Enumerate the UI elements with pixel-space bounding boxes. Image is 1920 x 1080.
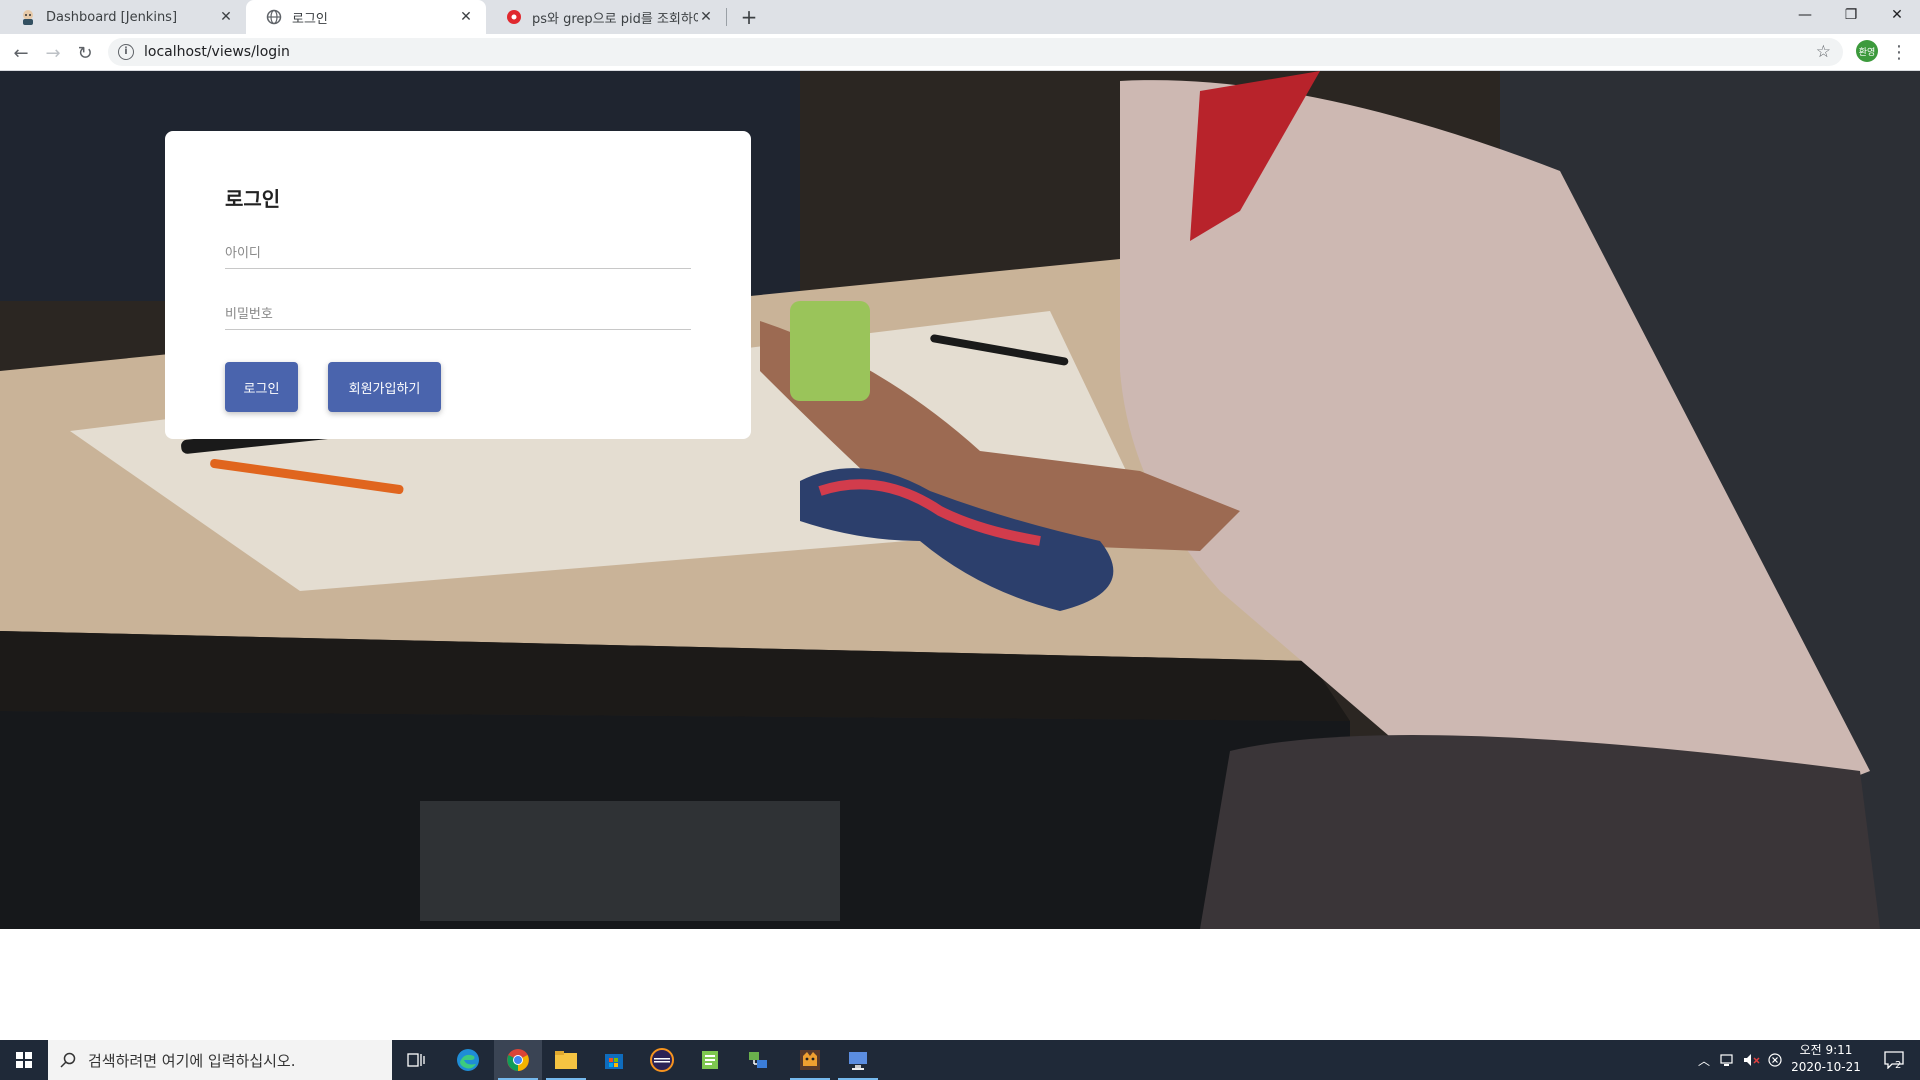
tab-ps-grep[interactable]: ps와 grep으로 pid를 조회하여 ✕ (486, 0, 726, 34)
taskbar-search-box[interactable]: 검색하려면 여기에 입력하십시오. (48, 1040, 392, 1080)
profile-avatar[interactable]: 환영 (1856, 40, 1878, 62)
bookmark-star-icon[interactable]: ☆ (1816, 42, 1831, 62)
remote-desktop-icon[interactable] (834, 1040, 882, 1080)
close-tab-icon[interactable]: ✕ (458, 9, 474, 25)
tomcat-icon[interactable] (786, 1040, 834, 1080)
notification-count-badge: 2 (1895, 1060, 1902, 1071)
chrome-icon[interactable] (494, 1040, 542, 1080)
login-title: 로그인 (225, 187, 281, 211)
login-button[interactable]: 로그인 (225, 362, 298, 412)
search-icon (60, 1052, 76, 1068)
password-input[interactable] (225, 299, 691, 330)
show-hidden-icons-chevron-icon[interactable]: ︿ (1695, 1040, 1713, 1080)
login-button-row: 로그인 회원가입하기 (225, 362, 691, 412)
tab-login[interactable]: 로그인 ✕ (246, 0, 486, 34)
tab-divider (726, 8, 727, 26)
clock-time: 오전 9:11 (1799, 1043, 1853, 1057)
task-view-icon[interactable] (392, 1040, 440, 1080)
address-url[interactable]: localhost/views/login (144, 44, 290, 60)
username-input[interactable] (225, 238, 691, 269)
restore-button[interactable]: ❐ (1828, 0, 1874, 30)
notification-center-icon[interactable]: 2 (1874, 1040, 1914, 1080)
web-page: 로그인 로그인 회원가입하기 (0, 71, 1920, 1040)
network-icon[interactable] (1717, 1040, 1739, 1080)
store-icon[interactable] (590, 1040, 638, 1080)
login-card: 로그인 로그인 회원가입하기 (165, 131, 751, 439)
menu-dots-icon[interactable]: ⋮ (1890, 40, 1908, 64)
jenkins-icon (20, 9, 36, 25)
new-tab-button[interactable]: + (736, 4, 762, 30)
clock-date: 2020-10-21 (1791, 1060, 1861, 1074)
info-icon[interactable]: i (118, 44, 134, 60)
network-tool-icon[interactable] (734, 1040, 782, 1080)
status-error-icon[interactable] (1765, 1040, 1785, 1080)
minimize-button[interactable]: — (1782, 0, 1828, 30)
windows-logo-icon (16, 1052, 32, 1068)
back-arrow-icon[interactable]: ← (8, 40, 34, 66)
forward-arrow-icon[interactable]: → (40, 40, 66, 66)
edge-browser-icon[interactable] (444, 1040, 492, 1080)
volume-muted-icon[interactable] (1741, 1040, 1763, 1080)
browser-tab-strip: Dashboard [Jenkins] ✕ 로그인 ✕ ps와 grep으로 p… (0, 0, 1920, 34)
close-tab-icon[interactable]: ✕ (698, 9, 714, 25)
close-window-button[interactable]: ✕ (1874, 0, 1920, 30)
browser-toolbar: ← → ↻ i localhost/views/login ☆ 환영 ⋮ (0, 34, 1920, 71)
close-tab-icon[interactable]: ✕ (218, 9, 234, 25)
taskbar-search-placeholder: 검색하려면 여기에 입력하십시오. (88, 1051, 296, 1070)
red-site-icon (506, 9, 522, 25)
reload-icon[interactable]: ↻ (72, 40, 98, 66)
windows-start-button[interactable] (0, 1040, 48, 1080)
address-bar[interactable]: i localhost/views/login ☆ (108, 38, 1843, 66)
eclipse-icon[interactable] (638, 1040, 686, 1080)
taskbar-clock[interactable]: 오전 9:11 2020-10-21 (1786, 1042, 1866, 1078)
file-explorer-icon[interactable] (542, 1040, 590, 1080)
windows-taskbar: 검색하려면 여기에 입력하십시오. ︿ 오전 9:11 2020-10-21 2 (0, 1040, 1920, 1080)
notepad-icon[interactable] (686, 1040, 734, 1080)
tab-dashboard-jenkins[interactable]: Dashboard [Jenkins] ✕ (0, 0, 246, 34)
signup-button[interactable]: 회원가입하기 (328, 362, 441, 412)
globe-icon (266, 9, 282, 25)
